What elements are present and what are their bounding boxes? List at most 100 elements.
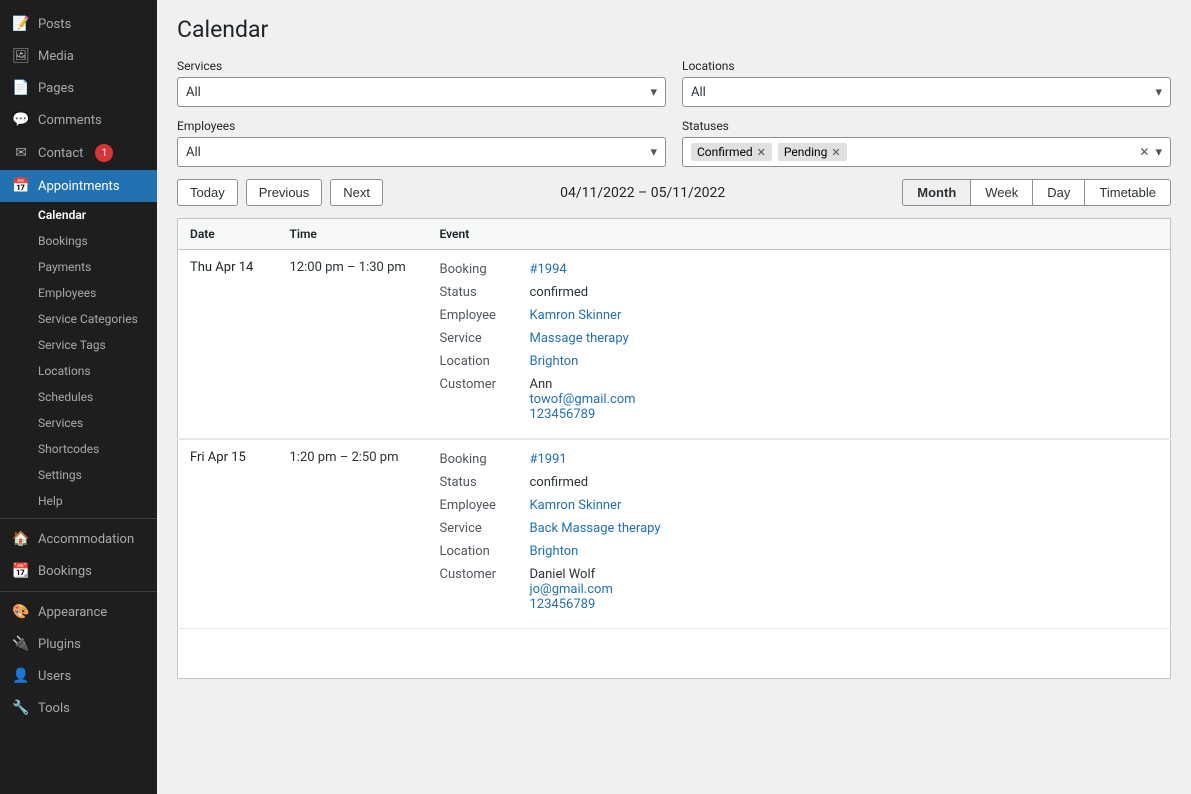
table-row: Thu Apr 14 12:00 pm – 1:30 pm Booking #1… — [178, 250, 1171, 440]
pages-icon: 📄 — [12, 80, 30, 96]
employees-select-value: All — [186, 145, 650, 160]
sidebar-item-label: Media — [38, 49, 74, 64]
sidebar-item-pages[interactable]: 📄 Pages — [0, 72, 157, 104]
calendar-table: Date Time Event Thu Apr 14 12:00 pm – 1:… — [177, 218, 1171, 679]
sidebar-item-appointments[interactable]: 📅 Appointments — [0, 170, 157, 202]
sidebar-sub-service-categories[interactable]: Service Categories — [0, 306, 157, 332]
remove-confirmed-tag[interactable]: ✕ — [757, 146, 766, 159]
week-view-button[interactable]: Week — [970, 179, 1032, 206]
customer-label: Customer — [440, 565, 530, 614]
row2-location-link[interactable]: Brighton — [530, 544, 579, 559]
remove-pending-tag[interactable]: ✕ — [831, 146, 840, 159]
sidebar-item-plugins[interactable]: 🔌 Plugins — [0, 628, 157, 660]
sidebar-item-accommodation[interactable]: 🏠 Accommodation — [0, 523, 157, 555]
event-header: Event — [428, 219, 1171, 250]
row1-location-link[interactable]: Brighton — [530, 354, 579, 369]
location-label: Location — [440, 542, 530, 561]
row1-employee-link[interactable]: Kamron Skinner — [530, 308, 622, 323]
sidebar-sub-service-tags[interactable]: Service Tags — [0, 332, 157, 358]
sidebar-item-label: Contact — [38, 146, 83, 161]
employees-label: Employees — [177, 119, 666, 133]
tag-label: Confirmed — [697, 145, 753, 159]
sidebar-item-users[interactable]: 👤 Users — [0, 660, 157, 692]
sidebar-item-bookings2[interactable]: 📆 Bookings — [0, 555, 157, 587]
locations-select-value: All — [691, 85, 1155, 100]
sidebar-item-label: Tools — [38, 701, 70, 716]
media-icon: 🖼 — [12, 48, 30, 64]
comments-icon: 💬 — [12, 112, 30, 128]
row2-status-value: confirmed — [530, 473, 589, 492]
booking-label: Booking — [440, 260, 530, 279]
sidebar-sub-payments[interactable]: Payments — [0, 254, 157, 280]
row2-customer-phone[interactable]: 123456789 — [530, 597, 613, 612]
row1-booking-link[interactable]: #1994 — [530, 262, 567, 277]
sidebar-item-label: Pages — [38, 81, 74, 96]
row2-service-link[interactable]: Back Massage therapy — [530, 521, 661, 536]
contact-icon: ✉ — [12, 145, 30, 161]
row1-customer-email[interactable]: towof@gmail.com — [530, 392, 636, 407]
locations-select[interactable]: All ▾ — [682, 77, 1171, 107]
row1-service-value: Massage therapy — [530, 329, 629, 348]
day-view-button[interactable]: Day — [1032, 179, 1084, 206]
statuses-filter[interactable]: Confirmed ✕ Pending ✕ ✕ ▾ — [682, 137, 1171, 167]
employee-label: Employee — [440, 496, 530, 515]
previous-button[interactable]: Previous — [246, 179, 323, 206]
row1-employee-value: Kamron Skinner — [530, 306, 622, 325]
next-button[interactable]: Next — [330, 179, 383, 206]
service-label: Service — [440, 519, 530, 538]
row2-location: Location Brighton — [440, 542, 1159, 561]
date-range: 04/11/2022 – 05/11/2022 — [391, 185, 894, 201]
row2-customer: Customer Daniel Wolf jo@gmail.com 123456… — [440, 565, 1159, 614]
row1-booking-value: #1994 — [530, 260, 567, 279]
customer-block: Daniel Wolf jo@gmail.com 123456789 — [530, 567, 613, 612]
statuses-dropdown-arrow[interactable]: ▾ — [1155, 145, 1162, 160]
customer-block: Ann towof@gmail.com 123456789 — [530, 377, 636, 422]
row1-customer: Customer Ann towof@gmail.com 123456789 — [440, 375, 1159, 424]
sidebar-item-contact[interactable]: ✉ Contact 1 — [0, 136, 157, 170]
table-row: Fri Apr 15 1:20 pm – 2:50 pm Booking #19… — [178, 439, 1171, 629]
employee-label: Employee — [440, 306, 530, 325]
sidebar-sub-help[interactable]: Help — [0, 488, 157, 514]
sidebar-sub-bookings[interactable]: Bookings — [0, 228, 157, 254]
row1-employee: Employee Kamron Skinner — [440, 306, 1159, 325]
calendar-nav-bar: Today Previous Next 04/11/2022 – 05/11/2… — [177, 179, 1171, 206]
row2-customer-email[interactable]: jo@gmail.com — [530, 582, 613, 597]
sidebar-item-media[interactable]: 🖼 Media — [0, 40, 157, 72]
employees-filter-group: Employees All ▾ — [177, 119, 666, 167]
customer-label: Customer — [440, 375, 530, 424]
locations-label: Locations — [682, 59, 1171, 73]
page-title: Calendar — [177, 16, 1171, 43]
services-select[interactable]: All ▾ — [177, 77, 666, 107]
sidebar-item-comments[interactable]: 💬 Comments — [0, 104, 157, 136]
row1-date: Thu Apr 14 — [178, 250, 278, 440]
sidebar-sub-calendar[interactable]: Calendar — [0, 202, 157, 228]
today-button[interactable]: Today — [177, 179, 238, 206]
sidebar-sub-locations[interactable]: Locations — [0, 358, 157, 384]
timetable-view-button[interactable]: Timetable — [1084, 179, 1171, 206]
row2-employee-link[interactable]: Kamron Skinner — [530, 498, 622, 513]
services-select-arrow: ▾ — [650, 85, 657, 100]
sidebar-item-posts[interactable]: 📝 Posts — [0, 8, 157, 40]
services-select-value: All — [186, 85, 650, 100]
row1-customer-value: Ann towof@gmail.com 123456789 — [530, 375, 636, 424]
sidebar-sub-shortcodes[interactable]: Shortcodes — [0, 436, 157, 462]
sidebar-sub-schedules[interactable]: Schedules — [0, 384, 157, 410]
sidebar-sub-employees[interactable]: Employees — [0, 280, 157, 306]
clear-statuses-button[interactable]: ✕ — [1139, 145, 1149, 159]
statuses-label: Statuses — [682, 119, 1171, 133]
sidebar-item-tools[interactable]: 🔧 Tools — [0, 692, 157, 724]
row2-booking-link[interactable]: #1991 — [530, 452, 567, 467]
plugins-icon: 🔌 — [12, 636, 30, 652]
row1-location: Location Brighton — [440, 352, 1159, 371]
main-content: Calendar Services All ▾ Locations All ▾ … — [157, 0, 1191, 794]
employees-select[interactable]: All ▾ — [177, 137, 666, 167]
accommodation-icon: 🏠 — [12, 531, 30, 547]
filters-row-1: Services All ▾ Locations All ▾ — [177, 59, 1171, 107]
row1-event: Booking #1994 Status confirmed Employee … — [428, 250, 1171, 440]
row1-service-link[interactable]: Massage therapy — [530, 331, 629, 346]
sidebar-sub-settings[interactable]: Settings — [0, 462, 157, 488]
sidebar-item-appearance[interactable]: 🎨 Appearance — [0, 596, 157, 628]
row1-customer-phone[interactable]: 123456789 — [530, 407, 636, 422]
month-view-button[interactable]: Month — [902, 179, 970, 206]
sidebar-sub-services[interactable]: Services — [0, 410, 157, 436]
